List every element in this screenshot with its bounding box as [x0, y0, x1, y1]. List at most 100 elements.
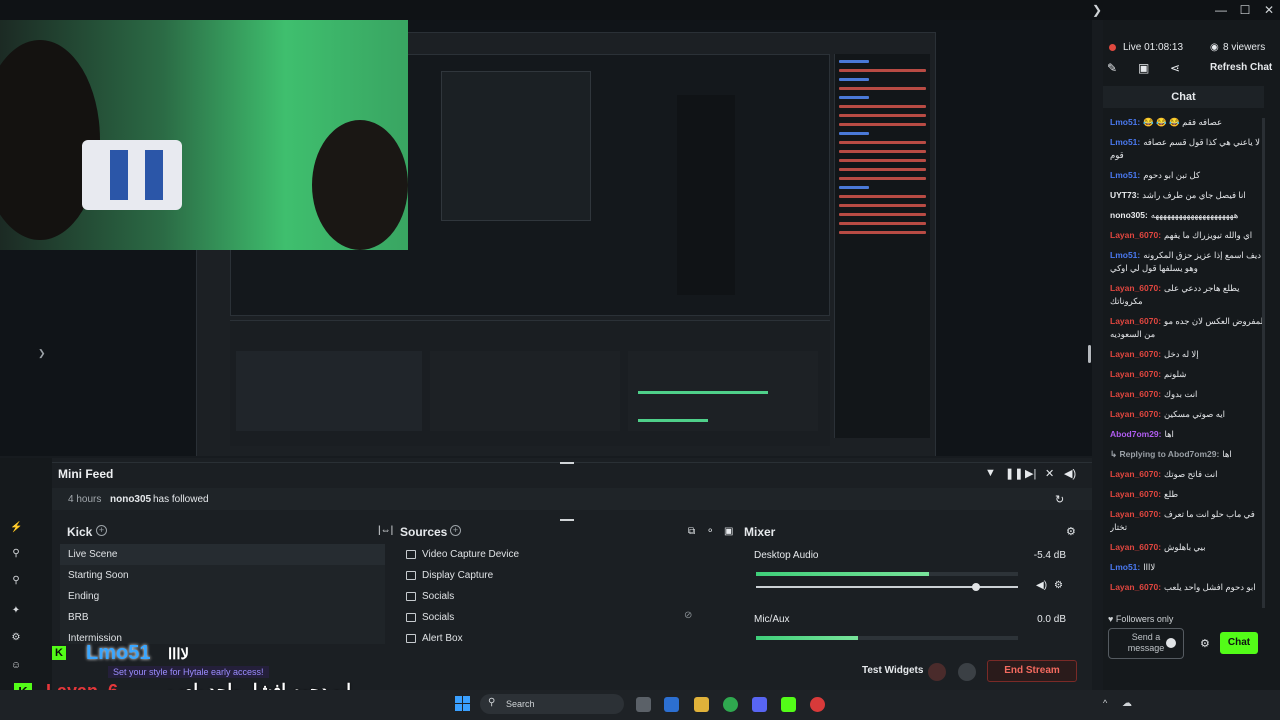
link-icon[interactable]: ⚲ [10, 548, 22, 560]
mute-icon[interactable]: ◀) [1036, 580, 1047, 591]
filter-icon[interactable]: ▼ [985, 467, 996, 479]
skip-icon[interactable]: ▶| [1025, 467, 1036, 480]
chat-username[interactable]: Lmo51: [1110, 250, 1140, 260]
scene-transition-icon[interactable]: |⇔| [378, 525, 393, 536]
chat-message: Layan_6070: انت فاتح صوتك [1110, 468, 1266, 481]
expand-sidebar-icon[interactable]: ❯ [38, 348, 46, 359]
chat-username[interactable]: Lmo51: [1110, 170, 1140, 180]
minimize-button[interactable]: — [1210, 2, 1232, 18]
kick-app-icon[interactable] [781, 697, 796, 712]
cloud-icon[interactable]: ☁ [1122, 698, 1132, 709]
discord-icon[interactable] [752, 697, 767, 712]
chat-scrollbar[interactable] [1262, 118, 1265, 608]
chat-message: Layan_6070: اي والله تيويزراك ما يفهم [1110, 229, 1266, 242]
source-item[interactable]: Socials [398, 586, 732, 607]
link2-icon[interactable]: ⚲ [10, 575, 22, 587]
hidden-source-icon[interactable]: ⊘ [684, 610, 692, 621]
maximize-button[interactable]: ☐ [1234, 2, 1256, 18]
popout-icon[interactable]: ▣ [1138, 61, 1149, 75]
chrome-icon[interactable] [723, 697, 738, 712]
chat-username[interactable]: ↳ Replying to Abod7om29: [1110, 449, 1219, 459]
resize-handle-2[interactable] [560, 519, 574, 521]
mixer-settings-icon[interactable]: ⚙ [1066, 525, 1076, 538]
chat-message: Layan_6070: انت بدوك [1110, 388, 1266, 401]
chat-username[interactable]: Layan_6070: [1110, 389, 1161, 399]
chat-username[interactable]: Layan_6070: [1110, 409, 1161, 419]
chat-username[interactable]: Abod7om29: [1110, 429, 1161, 439]
feed-user: nono305 [110, 494, 152, 505]
profile-icon[interactable]: ☺ [10, 660, 22, 672]
windows-start-icon[interactable] [455, 696, 471, 712]
edit-icon[interactable]: ✎ [1107, 61, 1117, 75]
replay-icon[interactable] [958, 663, 976, 681]
chat-username[interactable]: Layan_6070: [1110, 509, 1161, 519]
chat-username[interactable]: Layan_6070: [1110, 349, 1161, 359]
channel-settings-icon[interactable]: ⚙ [1054, 580, 1063, 591]
task-view-icon[interactable] [636, 697, 651, 712]
test-widgets-button[interactable]: Test Widgets [862, 665, 923, 676]
collapse-chat-icon[interactable]: ❯ [1086, 2, 1108, 18]
chat-username[interactable]: Layan_6070: [1110, 582, 1161, 592]
taskbar-search[interactable]: Search [480, 694, 624, 714]
refresh-chat-button[interactable]: Refresh Chat [1210, 62, 1272, 73]
chat-send-button[interactable]: Chat [1220, 632, 1258, 654]
close-button[interactable]: ✕ [1258, 2, 1280, 18]
tray-chevron-icon[interactable]: ^ [1103, 698, 1107, 708]
source-filter-icon[interactable]: ⧉ [688, 526, 695, 537]
resize-handle[interactable] [560, 462, 574, 464]
emoji-icon[interactable] [1166, 638, 1176, 648]
mini-feed-title: Mini Feed [58, 467, 114, 481]
kick-icon[interactable]: ⚡ [10, 522, 22, 534]
source-item[interactable]: Alert Box [398, 628, 732, 649]
source-fx-icon[interactable]: ⚬ [706, 526, 714, 537]
share-icon[interactable]: ⋖ [1170, 61, 1180, 75]
stream-preview[interactable] [0, 20, 1092, 456]
pause-icon[interactable]: ❚❚ [1005, 467, 1023, 480]
chat-text: 😂 😂 😂 عصافه فقم [1143, 117, 1223, 127]
sources-title: Sources [400, 525, 448, 539]
source-item[interactable]: Video Capture Device [398, 544, 732, 565]
end-stream-button[interactable]: End Stream [987, 660, 1077, 682]
source-props-icon[interactable]: ▣ [724, 526, 733, 537]
add-source-icon[interactable]: + [450, 525, 461, 536]
chat-message: nono305: هههههههههههههههههههههه [1110, 209, 1266, 222]
refresh-icon[interactable]: ↻ [1055, 493, 1064, 506]
chat-settings-icon[interactable]: ⚙ [1200, 637, 1210, 650]
chat-message: UYT73: انا فيصل جاي من طرف راشد [1110, 189, 1266, 202]
scene-item[interactable]: Starting Soon [60, 565, 385, 586]
chat-username[interactable]: UYT73: [1110, 190, 1139, 200]
chat-username[interactable]: Lmo51: [1110, 117, 1140, 127]
scenes-title: Kick [67, 525, 93, 539]
volume-slider-knob[interactable] [972, 583, 981, 591]
scene-item[interactable]: Live Scene [60, 544, 385, 565]
sparkle-icon[interactable]: ✦ [10, 605, 22, 617]
recording-app-icon[interactable] [810, 697, 825, 712]
mute-alerts-icon[interactable]: ✕ [1045, 467, 1054, 480]
chat-username[interactable]: Layan_6070: [1110, 542, 1161, 552]
source-item[interactable]: Display Capture [398, 565, 732, 586]
file-explorer-icon[interactable] [694, 697, 709, 712]
chat-username[interactable]: Lmo51: [1110, 562, 1140, 572]
record-icon[interactable] [928, 663, 946, 681]
chat-username[interactable]: Layan_6070: [1110, 316, 1161, 326]
scene-item[interactable]: Ending [60, 586, 385, 607]
chat-text: انا فيصل جاي من طرف راشد [1142, 190, 1246, 200]
chat-username[interactable]: Layan_6070: [1110, 283, 1161, 293]
chat-username[interactable]: Layan_6070: [1110, 369, 1161, 379]
chat-username[interactable]: Layan_6070: [1110, 489, 1161, 499]
volume-icon[interactable]: ◀) [1064, 467, 1076, 480]
chat-username[interactable]: nono305: [1110, 210, 1148, 220]
settings-icon[interactable]: ⚙ [10, 632, 22, 644]
viewer-count: 8 viewers [1223, 42, 1266, 53]
chat-username[interactable]: Layan_6070: [1110, 230, 1161, 240]
chat-message: Lmo51: لا ياعني هي كذا قول قسم عصافه قوم [1110, 136, 1266, 162]
scene-item[interactable]: BRB [60, 607, 385, 628]
add-scene-icon[interactable]: + [96, 525, 107, 536]
chat-text: بيي باهلوش [1164, 542, 1206, 552]
chat-username[interactable]: Layan_6070: [1110, 469, 1161, 479]
source-item[interactable]: Socials [398, 607, 732, 628]
chat-username[interactable]: Lmo51: [1110, 137, 1140, 147]
preview-scroll-handle[interactable] [1088, 345, 1091, 363]
store-icon[interactable] [664, 697, 679, 712]
volume-slider[interactable] [756, 583, 1018, 591]
